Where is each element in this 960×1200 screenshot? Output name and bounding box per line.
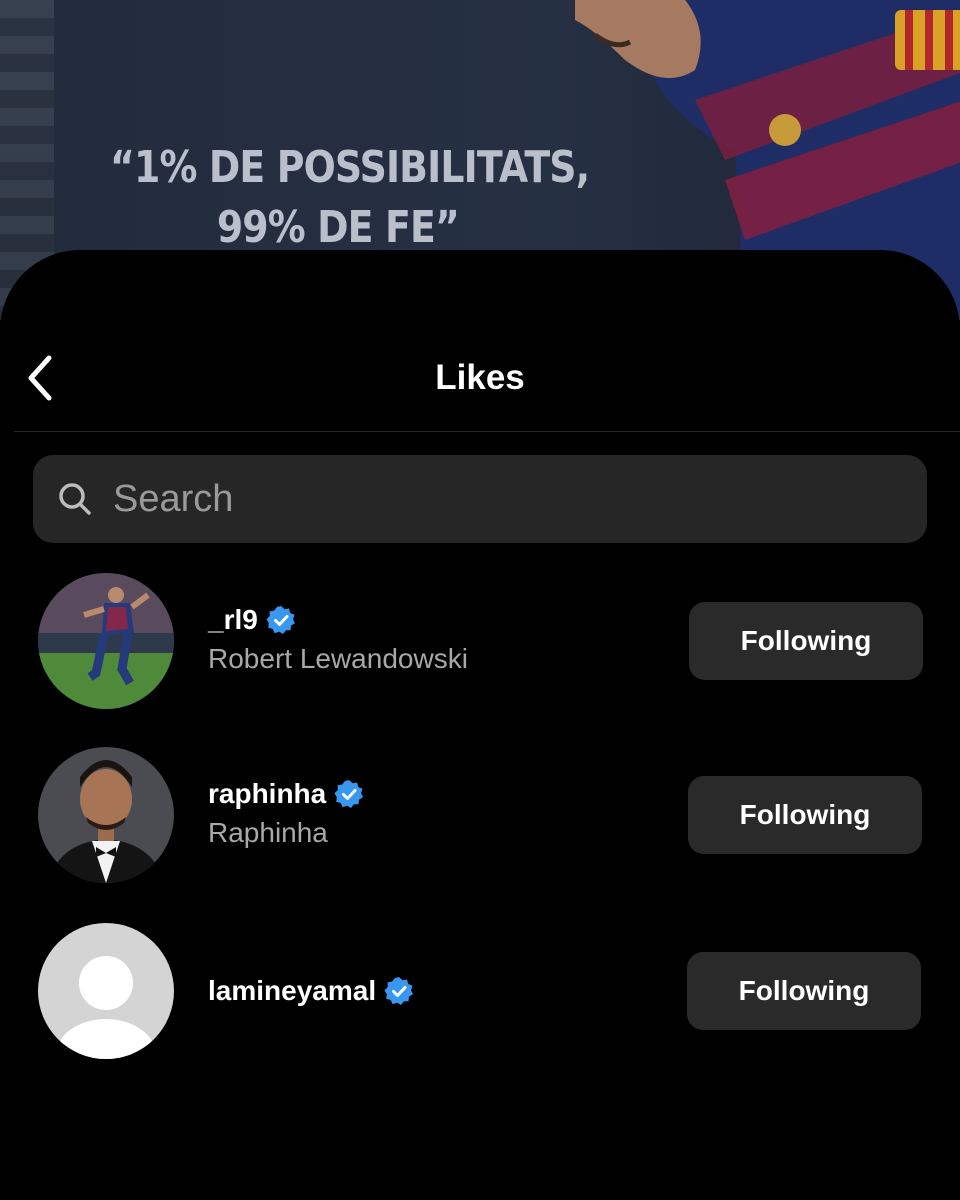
username[interactable]: lamineyamal (208, 974, 376, 1008)
username[interactable]: _rl9 (208, 603, 258, 637)
page-title: Likes (435, 358, 525, 397)
username[interactable]: raphinha (208, 777, 326, 811)
likes-sheet: Likes Search _rl9 Robert Lewandowski Fol… (0, 250, 960, 1200)
default-avatar[interactable] (38, 923, 174, 1059)
user-info: _rl9 Robert Lewandowski (208, 603, 468, 677)
avatar[interactable] (38, 747, 174, 883)
list-item[interactable]: raphinha Raphinha Following (0, 747, 960, 887)
verified-badge-icon (384, 976, 414, 1006)
full-name: Robert Lewandowski (208, 643, 468, 674)
banner-quote-line-1: “1% DE POSSIBILITATS, (110, 142, 590, 193)
user-info: lamineyamal (208, 974, 414, 1008)
list-item[interactable]: _rl9 Robert Lewandowski Following (0, 573, 960, 713)
search-bar[interactable] (33, 455, 927, 543)
verified-badge-icon (334, 779, 364, 809)
following-button[interactable]: Following (688, 776, 922, 854)
following-button[interactable]: Following (689, 602, 923, 680)
search-icon (57, 481, 93, 517)
user-info: raphinha Raphinha (208, 777, 364, 851)
search-input[interactable] (111, 476, 927, 522)
avatar[interactable] (38, 573, 174, 709)
header-divider (14, 431, 960, 432)
following-button[interactable]: Following (687, 952, 921, 1030)
banner-quote-line-2: 99% DE FE” (216, 202, 460, 253)
verified-badge-icon (266, 605, 296, 635)
full-name: Raphinha (208, 817, 328, 848)
header: Likes (0, 340, 960, 416)
list-item[interactable]: lamineyamal Following (0, 923, 960, 1063)
banner-quote: “1% DE POSSIBILITATS, 99% DE FE” (110, 138, 590, 258)
person-icon (38, 923, 174, 1059)
